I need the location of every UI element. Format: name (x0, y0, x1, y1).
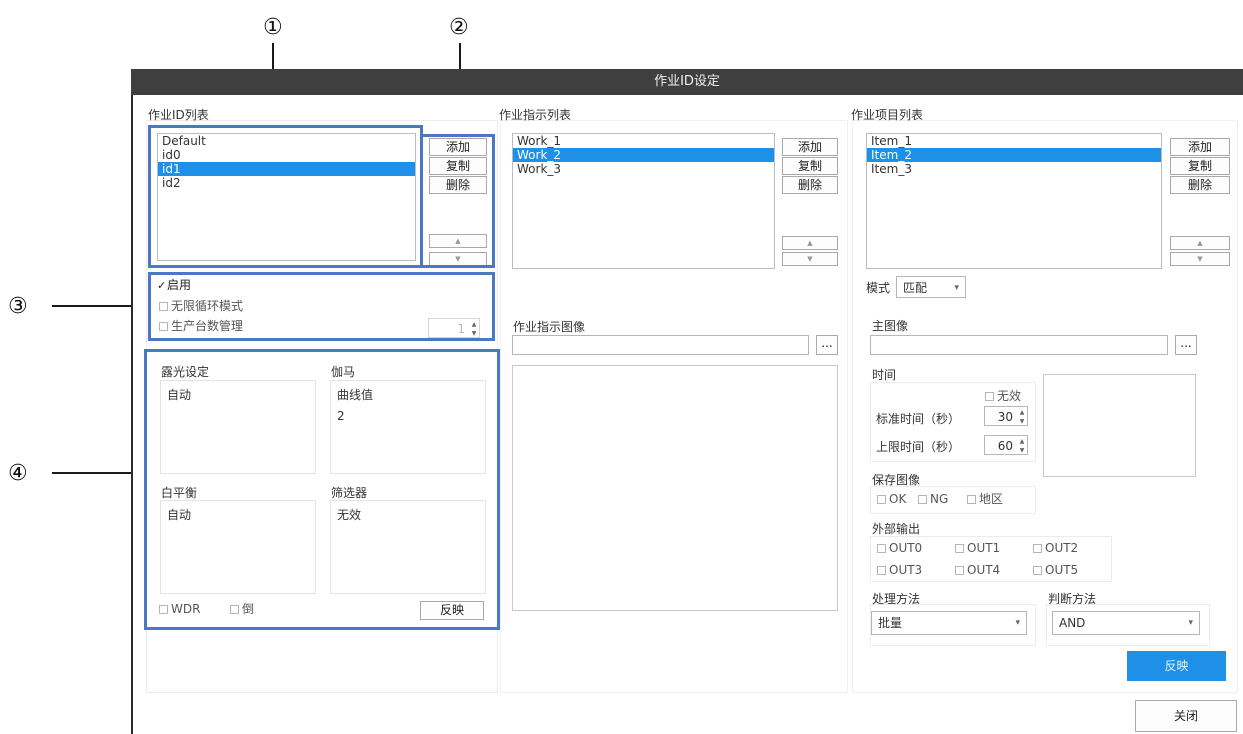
item-list-item[interactable]: Item_1 (867, 134, 1161, 148)
process-method-select[interactable]: 批量 ▾ (871, 611, 1027, 635)
out3-checkbox[interactable]: OUT3 (877, 563, 922, 577)
out0-label: OUT0 (889, 541, 923, 555)
callout-3: ③ (8, 294, 28, 319)
save-ok-checkbox[interactable]: OK (877, 492, 906, 506)
item-copy-button[interactable]: 复制 (1170, 157, 1230, 175)
item-delete-button[interactable]: 删除 (1170, 176, 1230, 194)
callout-4: ④ (8, 461, 28, 486)
out4-checkbox[interactable]: OUT4 (955, 563, 1000, 577)
std-time-stepper[interactable]: 30 ▲ ▼ (984, 406, 1028, 426)
instruction-move-up-button[interactable]: ▲ (782, 236, 838, 250)
item-list[interactable]: Item_1 Item_2 Item_3 (866, 133, 1162, 269)
item-apply-button[interactable]: 反映 (1127, 651, 1226, 681)
checkbox-box (955, 544, 964, 553)
save-ng-label: NG (930, 492, 949, 506)
id-list-label: 作业ID列表 (148, 108, 209, 122)
instruction-image-label: 作业指示图像 (513, 320, 586, 334)
instruction-image-path-input[interactable] (512, 335, 809, 355)
main-image-browse-button[interactable]: ... (1175, 335, 1197, 355)
out3-label: OUT3 (889, 563, 923, 577)
checkbox-box (877, 566, 886, 575)
instruction-list-item[interactable]: Work_1 (513, 134, 774, 148)
instruction-list-item-selected[interactable]: Work_2 (513, 148, 774, 162)
item-list-item[interactable]: Item_3 (867, 162, 1161, 176)
instruction-image-browse-button[interactable]: ... (816, 335, 838, 355)
time-invalid-checkbox[interactable]: 无效 (985, 389, 1021, 403)
out0-checkbox[interactable]: OUT0 (877, 541, 922, 555)
mode-label: 模式 (866, 281, 891, 295)
callout-2-outline (420, 134, 495, 268)
arrow-down-icon: ▼ (807, 255, 813, 263)
chevron-down-icon: ▾ (954, 283, 959, 293)
stepper-arrows-icon: ▲ ▼ (1019, 438, 1025, 454)
checkbox-box (985, 392, 994, 401)
checkbox-box (1033, 544, 1042, 553)
instruction-list-label: 作业指示列表 (499, 108, 572, 122)
stepper-arrows-icon: ▲ ▼ (1019, 409, 1025, 425)
max-time-value: 60 (997, 439, 1013, 453)
item-list-label: 作业项目列表 (851, 108, 924, 122)
instruction-add-button[interactable]: 添加 (782, 138, 838, 156)
out2-checkbox[interactable]: OUT2 (1033, 541, 1078, 555)
item-image-preview (1043, 374, 1196, 477)
max-time-label: 上限时间（秒） (876, 440, 961, 454)
dialog-title: 作业ID设定 (131, 69, 1243, 95)
instruction-image-preview (512, 365, 838, 611)
out5-label: OUT5 (1045, 563, 1079, 577)
out1-checkbox[interactable]: OUT1 (955, 541, 1000, 555)
std-time-label: 标准时间（秒） (876, 412, 961, 426)
close-button[interactable]: 关闭 (1135, 700, 1237, 732)
checkbox-box (955, 566, 964, 575)
process-method-value: 批量 (878, 616, 903, 630)
instruction-list[interactable]: Work_1 Work_2 Work_3 (512, 133, 775, 269)
checkbox-box (877, 544, 886, 553)
external-output-label: 外部输出 (872, 522, 921, 536)
arrow-up-icon: ▲ (1197, 239, 1203, 247)
arrow-down-icon: ▼ (1197, 255, 1203, 263)
chevron-down-icon: ▾ (1188, 618, 1193, 628)
checkbox-box (967, 495, 976, 504)
item-add-button[interactable]: 添加 (1170, 138, 1230, 156)
out2-label: OUT2 (1045, 541, 1079, 555)
checkbox-box (918, 495, 927, 504)
callout-3-outline (148, 272, 495, 341)
time-invalid-label: 无效 (997, 389, 1022, 403)
out4-label: OUT4 (967, 563, 1001, 577)
save-ng-checkbox[interactable]: NG (918, 492, 948, 506)
out5-checkbox[interactable]: OUT5 (1033, 563, 1078, 577)
arrow-up-icon: ▲ (807, 239, 813, 247)
mode-value: 匹配 (903, 281, 928, 295)
callout-1-outline (148, 125, 423, 268)
save-area-checkbox[interactable]: 地区 (967, 492, 1003, 506)
judge-method-select[interactable]: AND ▾ (1052, 611, 1200, 635)
instruction-move-down-button[interactable]: ▼ (782, 252, 838, 266)
instruction-delete-button[interactable]: 删除 (782, 176, 838, 194)
mode-select[interactable]: 匹配 ▾ (896, 276, 966, 298)
judge-method-value: AND (1059, 616, 1086, 630)
save-ok-label: OK (889, 492, 907, 506)
main-image-label: 主图像 (872, 319, 909, 333)
std-time-value: 30 (997, 410, 1013, 424)
callout-4-outline (144, 349, 500, 630)
chevron-down-icon: ▾ (1015, 618, 1020, 628)
item-move-up-button[interactable]: ▲ (1170, 236, 1230, 250)
callout-2: ② (449, 15, 469, 40)
callout-1: ① (263, 15, 283, 40)
save-area-label: 地区 (979, 492, 1004, 506)
instruction-copy-button[interactable]: 复制 (782, 157, 838, 175)
out1-label: OUT1 (967, 541, 1001, 555)
instruction-list-item[interactable]: Work_3 (513, 162, 774, 176)
main-image-path-input[interactable] (870, 335, 1168, 355)
time-label: 时间 (872, 368, 897, 382)
checkbox-box (877, 495, 886, 504)
checkbox-box (1033, 566, 1042, 575)
item-move-down-button[interactable]: ▼ (1170, 252, 1230, 266)
item-list-item-selected[interactable]: Item_2 (867, 148, 1161, 162)
max-time-stepper[interactable]: 60 ▲ ▼ (984, 435, 1028, 455)
